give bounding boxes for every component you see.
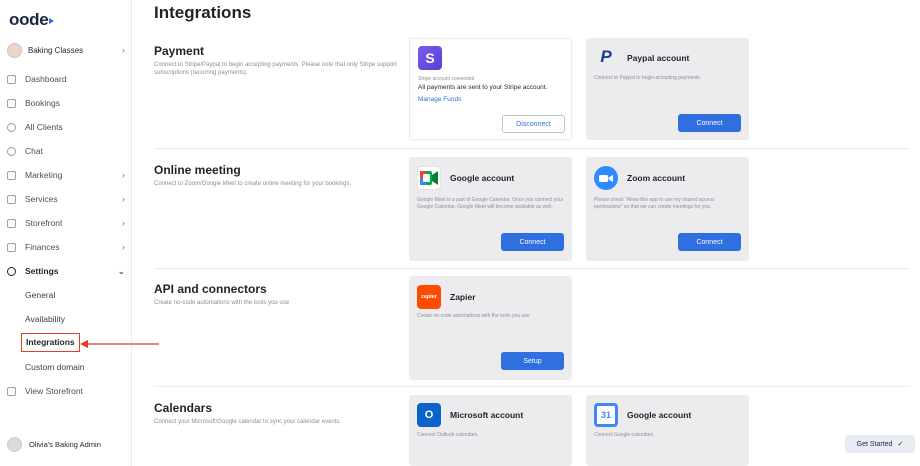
business-avatar xyxy=(7,42,22,58)
nav-settings[interactable]: Settings ⌄ xyxy=(7,263,125,279)
section-title-calendars: Calendars xyxy=(154,401,213,415)
outlook-logo-icon: O xyxy=(417,403,441,427)
page-title: Integrations xyxy=(154,3,252,22)
clients-icon xyxy=(7,122,16,132)
manage-funds-link[interactable]: Manage Funds xyxy=(418,96,568,104)
settings-availability[interactable]: Availability xyxy=(25,312,65,326)
google-calendar-desc: Connect Google calendars xyxy=(594,432,654,438)
section-title-online-meeting: Online meeting xyxy=(154,163,241,177)
get-started-button[interactable]: Get Started ✓ xyxy=(845,435,915,453)
zapier-desc: Create no-code automations with the tool… xyxy=(417,313,530,319)
section-desc-calendars: Connect your Microsoft/Google calendar t… xyxy=(154,419,342,425)
chevron-right-icon: › xyxy=(122,45,125,55)
chat-icon xyxy=(7,146,16,156)
google-calendar-card: 31 Google account Connect Google calenda… xyxy=(586,395,749,466)
google-meet-connect-button[interactable]: Connect xyxy=(501,233,564,251)
nav-chat[interactable]: Chat xyxy=(7,143,125,159)
stripe-card: S Stripe account connected All payments … xyxy=(409,38,572,140)
stripe-status: Stripe account connected xyxy=(418,76,475,82)
section-title-payment: Payment xyxy=(154,44,205,58)
nav-view-storefront[interactable]: View Storefront xyxy=(7,383,125,399)
google-meet-desc: Google Meet is a part of Google Calendar… xyxy=(417,197,564,210)
chevron-right-icon: › xyxy=(122,194,125,204)
google-meet-title: Google account xyxy=(450,173,515,183)
zoom-logo-icon xyxy=(594,166,618,190)
nav-marketing[interactable]: Marketing › xyxy=(7,167,125,183)
nav-storefront[interactable]: Storefront › xyxy=(7,215,125,231)
zoom-desc: Please check "Allow this app to use my s… xyxy=(594,197,715,210)
nav-finances[interactable]: Finances › xyxy=(7,239,125,255)
paypal-connect-button[interactable]: Connect xyxy=(678,114,741,132)
chevron-right-icon: › xyxy=(122,218,125,228)
app-logo[interactable]: oode xyxy=(9,10,55,30)
paypal-title: Paypal account xyxy=(627,53,690,63)
microsoft-desc: Connect Outlook calendars xyxy=(417,432,478,438)
google-calendar-logo-icon: 31 xyxy=(594,403,618,427)
check-icon: ✓ xyxy=(897,441,904,448)
paypal-desc: Connect to Paypal to begin accepting pay… xyxy=(594,75,700,81)
sidebar: oode Baking Classes › Dashboard Bookings… xyxy=(0,0,132,466)
stripe-message: All payments are sent to your Stripe acc… xyxy=(418,84,548,91)
nav-services[interactable]: Services › xyxy=(7,191,125,207)
finances-icon xyxy=(7,242,16,252)
chevron-right-icon: › xyxy=(122,242,125,252)
nav-bookings[interactable]: Bookings xyxy=(7,95,125,111)
zapier-card: zapier Zapier Create no-code automations… xyxy=(409,276,572,380)
microsoft-card: O Microsoft account Connect Outlook cale… xyxy=(409,395,572,466)
section-divider xyxy=(154,386,910,387)
gear-icon xyxy=(7,266,16,276)
chevron-down-icon: ⌄ xyxy=(117,265,125,276)
annotation-arrow-icon xyxy=(80,340,159,348)
logo-triangle-icon xyxy=(49,18,55,24)
calendar-icon xyxy=(7,98,16,108)
section-title-api-connectors: API and connectors xyxy=(154,282,267,296)
dashboard-icon xyxy=(7,74,16,84)
google-meet-logo-icon xyxy=(417,166,441,190)
section-desc-online-meeting: Connect to Zoom/Google Meet to create on… xyxy=(154,181,352,187)
stripe-logo-icon: S xyxy=(418,46,442,70)
paypal-logo-icon: P xyxy=(600,47,612,66)
zapier-setup-button[interactable]: Setup xyxy=(501,352,564,370)
zoom-title: Zoom account xyxy=(627,173,686,183)
storefront-icon xyxy=(7,218,16,228)
megaphone-icon xyxy=(7,170,16,180)
paypal-card: P Paypal account Connect to Paypal to be… xyxy=(586,38,749,140)
section-desc-api-connectors: Create no-code automations with the tool… xyxy=(154,300,290,306)
zoom-connect-button[interactable]: Connect xyxy=(678,233,741,251)
nav-dashboard[interactable]: Dashboard xyxy=(7,71,125,87)
user-name: Olivia's Baking Admin xyxy=(29,440,101,449)
external-link-icon xyxy=(7,386,16,396)
business-name: Baking Classes xyxy=(28,45,84,55)
section-divider xyxy=(154,268,910,269)
settings-custom-domain[interactable]: Custom domain xyxy=(25,360,85,374)
zapier-title: Zapier xyxy=(450,292,476,302)
get-started-label: Get Started xyxy=(856,440,893,448)
settings-integrations[interactable]: Integrations xyxy=(21,333,80,352)
section-desc-payment: Connect to Stripe/Paypal to begin accept… xyxy=(154,62,397,76)
microsoft-title: Microsoft account xyxy=(450,410,524,420)
chevron-right-icon: › xyxy=(122,170,125,180)
nav-all-clients[interactable]: All Clients xyxy=(7,119,125,135)
disconnect-button[interactable]: Disconnect xyxy=(502,115,565,133)
zapier-logo-icon: zapier xyxy=(417,285,441,309)
section-divider xyxy=(154,148,910,149)
avatar xyxy=(7,437,22,452)
google-meet-card: Google account Google Meet is a part of … xyxy=(409,157,572,261)
services-icon xyxy=(7,194,16,204)
settings-general[interactable]: General xyxy=(25,288,55,302)
business-selector[interactable]: Baking Classes › xyxy=(7,41,125,59)
user-profile[interactable]: Olivia's Baking Admin xyxy=(7,437,101,452)
google-calendar-title: Google account xyxy=(627,410,692,420)
zoom-card: Zoom account Please check "Allow this ap… xyxy=(586,157,749,261)
